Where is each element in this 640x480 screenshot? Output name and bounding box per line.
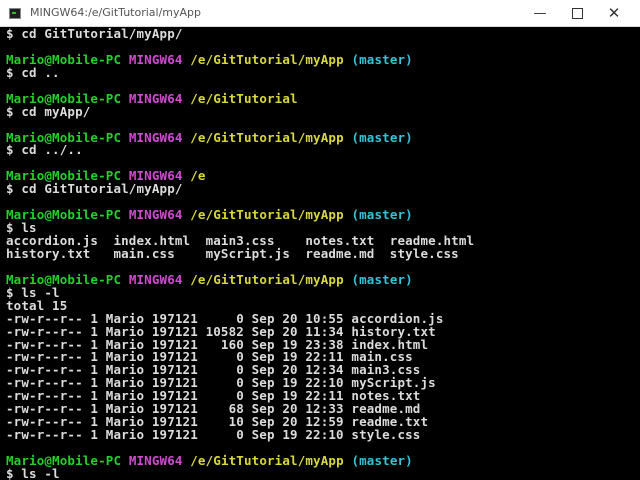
line-text: $ cd myApp/: [6, 103, 91, 119]
prompt-branch: (master): [351, 207, 413, 223]
prompt-line: Mario@Mobile-PC MINGW64 /e/GitTutorial/m…: [6, 208, 626, 221]
line-text: -rw-r--r-- 1 Mario 197121 0 Sep 19 22:10…: [6, 427, 421, 443]
prompt-branch: (master): [351, 51, 413, 67]
prompt-branch: (master): [351, 452, 413, 468]
command-line: $ cd GitTutorial/myApp/: [6, 27, 626, 40]
command-line: $ ls -l: [6, 286, 626, 299]
maximize-button[interactable]: [559, 0, 595, 27]
output-line: -rw-r--r-- 1 Mario 197121 0 Sep 19 22:10…: [6, 428, 626, 441]
minimize-button[interactable]: —: [522, 0, 558, 27]
terminal-app-icon[interactable]: [9, 8, 21, 19]
prompt-system: MINGW64: [128, 452, 183, 468]
prompt-system: MINGW64: [128, 129, 183, 145]
prompt-line: Mario@Mobile-PC MINGW64 /e/GitTutorial/m…: [6, 273, 626, 286]
prompt-system: MINGW64: [128, 207, 183, 223]
prompt-path: /e/GitTutorial/myApp: [190, 51, 344, 67]
close-button[interactable]: ✕: [596, 0, 632, 27]
prompt-path: /e/GitTutorial/myApp: [190, 207, 344, 223]
line-text: $ ls -l: [6, 465, 60, 480]
command-line: $ cd ..: [6, 66, 626, 79]
line-text: $ cd GitTutorial/myApp/: [6, 181, 183, 197]
prompt-path: /e/GitTutorial/myApp: [190, 271, 344, 287]
prompt-branch: (master): [351, 271, 413, 287]
prompt-system: MINGW64: [128, 51, 183, 67]
window-titlebar[interactable]: MINGW64:/e/GitTutorial/myApp — ✕: [0, 0, 640, 27]
prompt-system: MINGW64: [128, 90, 183, 106]
window-title: MINGW64:/e/GitTutorial/myApp: [30, 6, 201, 19]
minimize-icon: —: [533, 6, 547, 21]
line-text: $ cd ../..: [6, 142, 83, 158]
command-line: $ cd ../..: [6, 143, 626, 156]
command-line: $ ls -l: [6, 467, 626, 480]
prompt-path: /e/GitTutorial/myApp: [190, 129, 344, 145]
prompt-line: Mario@Mobile-PC MINGW64 /e/GitTutorial: [6, 92, 626, 105]
prompt-line: Mario@Mobile-PC MINGW64 /e/GitTutorial/m…: [6, 454, 626, 467]
prompt-line: Mario@Mobile-PC MINGW64 /e/GitTutorial/m…: [6, 53, 626, 66]
prompt-path: /e/GitTutorial: [190, 90, 298, 106]
command-line: $ cd myApp/: [6, 105, 626, 118]
prompt-branch: (master): [351, 129, 413, 145]
line-text: $ cd ..: [6, 64, 60, 80]
vertical-scrollbar[interactable]: [626, 27, 640, 480]
prompt-line: Mario@Mobile-PC MINGW64 /e/GitTutorial/m…: [6, 131, 626, 144]
terminal-output[interactable]: $ cd GitTutorial/myApp/Mario@Mobile-PC M…: [0, 27, 626, 480]
line-text: history.txt main.css myScript.js readme.…: [6, 245, 459, 261]
command-line: $ cd GitTutorial/myApp/: [6, 182, 626, 195]
prompt-path: /e/GitTutorial/myApp: [190, 452, 344, 468]
prompt-path: /e: [190, 168, 206, 184]
close-icon: ✕: [607, 4, 621, 22]
output-line: history.txt main.css myScript.js readme.…: [6, 247, 626, 260]
maximize-icon: [571, 7, 583, 19]
prompt-system: MINGW64: [128, 271, 183, 287]
line-text: $ cd GitTutorial/myApp/: [6, 27, 183, 41]
